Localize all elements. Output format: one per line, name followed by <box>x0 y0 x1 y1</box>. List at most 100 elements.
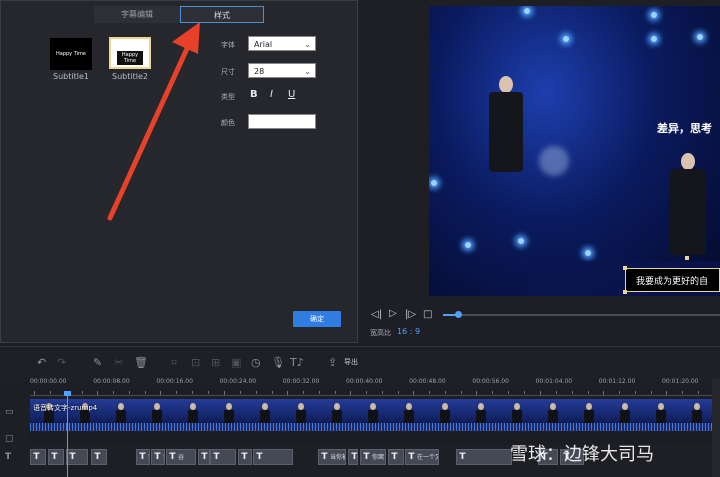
bold-button[interactable]: B <box>250 89 258 100</box>
confirm-button[interactable]: 确定 <box>293 311 341 327</box>
text-clip-icon: T <box>69 452 76 462</box>
ruler-tick-label: 00:00:48.00 <box>409 378 446 385</box>
ruler-tick <box>208 391 210 394</box>
text-clip-icon: T <box>213 452 220 462</box>
clip-frame <box>498 399 537 423</box>
audio-track-icon: ▢ <box>5 434 14 444</box>
ruler-tick <box>145 391 147 394</box>
template-label: Subtitle1 <box>53 72 89 81</box>
resize-handle[interactable] <box>623 266 627 270</box>
redo-icon[interactable]: ↷ <box>57 356 66 369</box>
text-clip-icon: T <box>321 452 328 462</box>
ruler-tick <box>366 391 367 394</box>
underline-button[interactable]: U <box>288 89 295 100</box>
text-clip[interactable]: T <box>66 449 88 465</box>
text-clip-label: 我2 <box>148 454 149 461</box>
text-clip-icon: T <box>241 452 248 462</box>
progress-knob[interactable] <box>455 311 462 318</box>
rotate-handle[interactable] <box>685 256 689 260</box>
clip-title: 语音转文字-zrump4 <box>33 404 98 412</box>
text-clip[interactable]: T <box>238 449 252 465</box>
edit-toolbar <box>0 346 720 379</box>
text-clip-icon: T <box>408 452 415 462</box>
clip-frame <box>138 399 177 423</box>
ruler-tick <box>618 391 620 394</box>
split-icon[interactable]: ⊞ <box>211 356 220 369</box>
pencil-icon[interactable]: ✎ <box>93 356 102 369</box>
chevron-down-icon: ⌄ <box>304 67 311 76</box>
resize-handle[interactable] <box>623 290 627 294</box>
clip-frame <box>426 399 465 423</box>
playhead-knob[interactable] <box>64 391 71 396</box>
text-clip-label: 你窝 <box>372 454 385 461</box>
color-label: 颜色 <box>221 119 235 127</box>
font-label: 字体 <box>221 41 235 49</box>
export-button[interactable]: 导出 <box>344 357 358 367</box>
ruler-tick <box>271 391 273 394</box>
ruler-tick <box>650 391 652 394</box>
ruler-tick-label: 00:01:12.00 <box>598 378 636 385</box>
font-select[interactable]: Arial ⌄ <box>248 36 316 51</box>
stop-icon[interactable]: □ <box>423 309 432 320</box>
text-clip[interactable]: T <box>388 449 404 465</box>
trash-icon[interactable]: 🗑 <box>134 356 148 369</box>
text-clip[interactable]: T <box>253 449 293 465</box>
ruler-tick <box>334 391 336 394</box>
ruler-tick <box>113 391 115 394</box>
text-to-speech-icon[interactable]: T♪ <box>290 356 304 369</box>
timeline-scrollbar[interactable] <box>712 378 720 477</box>
video-preview[interactable] <box>429 6 720 296</box>
undo-icon[interactable]: ↶ <box>37 356 46 369</box>
text-clip-icon: T <box>391 452 398 462</box>
clip-frame <box>174 399 213 423</box>
play-icon[interactable]: ▷ <box>389 308 397 319</box>
ruler-tick <box>492 391 494 394</box>
fit-icon[interactable]: ⊡ <box>191 356 200 369</box>
clock-icon[interactable]: ◷ <box>251 356 261 369</box>
chevron-down-icon: ⌄ <box>304 40 311 49</box>
text-clip[interactable]: T <box>30 449 46 465</box>
text-clip-label: 当你被 <box>330 454 345 461</box>
ruler-baseline <box>30 395 720 396</box>
text-clip[interactable]: T当你被 <box>318 449 346 465</box>
text-clip[interactable]: T <box>48 449 64 465</box>
export-icon[interactable]: ⇪ <box>328 356 337 369</box>
scissors-icon[interactable]: ✂ <box>114 356 123 369</box>
color-swatch[interactable] <box>248 114 316 129</box>
ruler-tick <box>508 391 510 394</box>
freeze-icon[interactable]: ▣ <box>231 356 241 369</box>
text-clip[interactable]: T谷 <box>166 449 196 465</box>
ruler-tick <box>429 391 431 394</box>
clip-frame <box>462 399 501 423</box>
text-clip[interactable]: T <box>91 449 107 465</box>
microphone-icon[interactable]: 🎙 <box>271 356 285 369</box>
crop-icon[interactable]: ⌗ <box>171 356 177 370</box>
text-clip[interactable]: T <box>456 449 512 465</box>
text-clip-icon: T <box>51 452 58 462</box>
text-clip-icon: T <box>201 452 208 462</box>
template-subtitle1[interactable]: Happy Time <box>50 38 92 70</box>
progress-track[interactable] <box>443 314 720 316</box>
clip-frame <box>210 399 249 423</box>
clip-frame <box>102 399 141 423</box>
prev-frame-icon[interactable]: ◁| <box>371 309 382 320</box>
text-clip[interactable]: T <box>348 449 358 465</box>
text-clip[interactable]: T <box>210 449 236 465</box>
text-clip-icon: T <box>169 452 176 462</box>
text-clip[interactable]: T我2 <box>136 449 150 465</box>
font-value: Arial <box>254 40 273 49</box>
ruler-tick <box>682 391 683 394</box>
ruler-tick <box>176 391 178 394</box>
ruler-tick <box>82 391 83 394</box>
playhead[interactable] <box>67 393 68 477</box>
text-clip[interactable]: T右 <box>198 449 210 465</box>
size-select[interactable]: 28 ⌄ <box>248 63 316 78</box>
text-clip[interactable]: T在一个又一 <box>405 449 439 465</box>
next-frame-icon[interactable]: |▷ <box>405 309 416 320</box>
text-clip[interactable]: T 你窝 <box>360 449 386 465</box>
italic-button[interactable]: I <box>270 89 273 100</box>
text-clip-label: 在一个又一 <box>417 454 438 461</box>
aspect-ratio-value[interactable]: 16 : 9 <box>397 327 420 336</box>
text-clip[interactable]: T我为I <box>151 449 165 465</box>
ruler-tick <box>587 391 589 394</box>
